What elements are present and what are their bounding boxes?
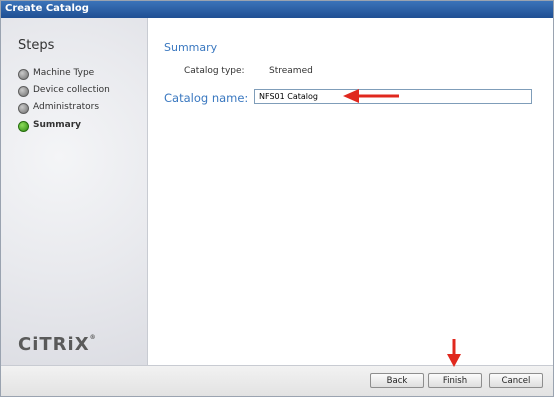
cancel-button[interactable]: Cancel <box>489 373 543 388</box>
catalog-type-value: Streamed <box>269 66 313 76</box>
title-bar: Create Catalog <box>1 1 553 18</box>
step-label: Administrators <box>33 102 100 112</box>
annotation-arrow-icon <box>343 89 399 103</box>
step-label: Summary <box>33 120 82 130</box>
logo-mark: ® <box>89 334 97 341</box>
finish-button[interactable]: Finish <box>428 373 482 388</box>
create-catalog-window: Create Catalog Steps Machine Type Device… <box>0 0 554 397</box>
summary-panel: Summary Catalog type: Streamed Catalog n… <box>148 18 553 365</box>
citrix-logo: CiTRiX® <box>18 334 97 355</box>
catalog-type-label: Catalog type: <box>184 66 245 76</box>
step-status-icon <box>18 103 29 114</box>
logo-text: CiTRiX <box>18 334 90 355</box>
step-status-icon <box>18 69 29 80</box>
window-title: Create Catalog <box>5 3 89 14</box>
catalog-name-label: Catalog name: <box>164 91 249 105</box>
summary-heading: Summary <box>164 41 218 54</box>
steps-sidebar: Steps Machine Type Device collection Adm… <box>1 18 148 365</box>
back-button[interactable]: Back <box>370 373 424 388</box>
step-status-icon <box>18 86 29 97</box>
step-active-icon <box>18 121 29 132</box>
step-label: Device collection <box>33 85 110 95</box>
steps-heading: Steps <box>18 38 55 53</box>
step-label: Machine Type <box>33 68 95 78</box>
annotation-arrow-icon <box>447 339 461 367</box>
